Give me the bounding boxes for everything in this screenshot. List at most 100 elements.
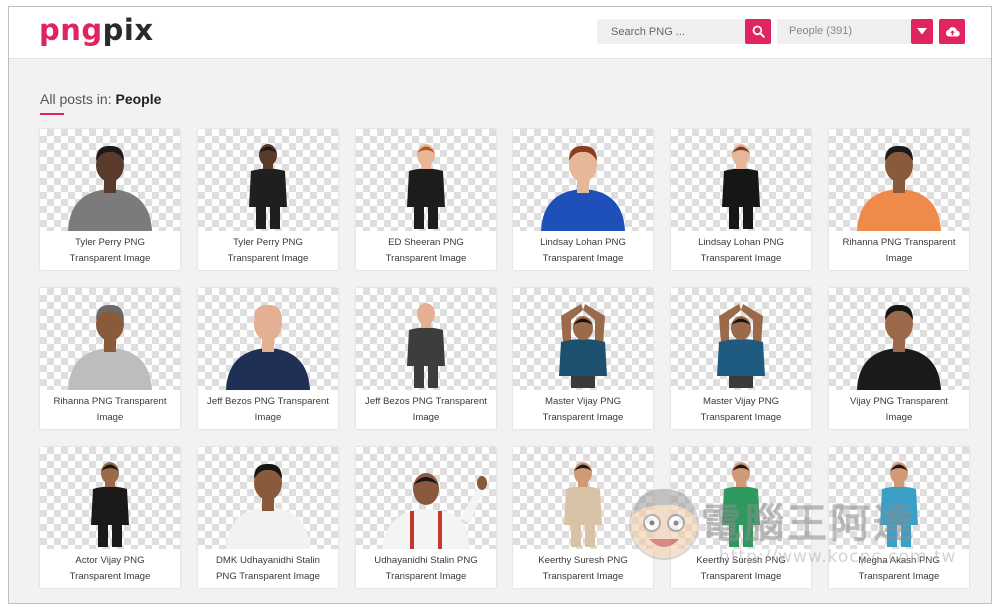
- page-title: All posts in: People: [40, 91, 161, 107]
- post-card[interactable]: Udhayanidhi Stalin PNG Transparent Image: [356, 447, 496, 588]
- post-card[interactable]: Vijay PNG Transparent Image: [829, 288, 969, 429]
- post-card[interactable]: DMK Udhayanidhi Stalin PNG Transparent Im…: [198, 447, 338, 588]
- post-card[interactable]: Keerthy Suresh PNG Transparent Image: [513, 447, 653, 588]
- post-title[interactable]: Master Vijay PNG Transparent Image: [517, 394, 649, 426]
- post-title[interactable]: Keerthy Suresh PNG Transparent Image: [517, 553, 649, 585]
- post-thumbnail[interactable]: [40, 129, 180, 231]
- post-thumbnail[interactable]: [829, 129, 969, 231]
- person-figure: [249, 144, 287, 229]
- logo-part-pix: pix: [102, 13, 154, 47]
- post-title-line-2: Image: [885, 253, 913, 264]
- post-title-line-1: DMK Udhayanidhi Stalin: [216, 555, 320, 566]
- post-card[interactable]: Tyler Perry PNG Transparent Image: [40, 129, 180, 270]
- post-thumbnail[interactable]: [829, 288, 969, 390]
- post-title-line-2: Image: [96, 412, 124, 423]
- post-title-line-1: Udhayanidhi Stalin PNG: [374, 555, 478, 566]
- post-thumbnail[interactable]: [513, 288, 653, 390]
- post-thumbnail[interactable]: [356, 129, 496, 231]
- post-thumbnail[interactable]: [198, 288, 338, 390]
- post-title[interactable]: Rihanna PNG Transparent Image: [44, 394, 176, 426]
- post-thumbnail[interactable]: [40, 447, 180, 549]
- person-figure: [717, 304, 765, 388]
- upload-button[interactable]: [939, 19, 965, 44]
- category-dropdown-button[interactable]: [911, 19, 933, 44]
- post-thumbnail[interactable]: [198, 129, 338, 231]
- person-figure: [564, 462, 602, 547]
- caret-down-icon: [917, 28, 927, 35]
- post-card[interactable]: Rihanna PNG Transparent Image: [829, 129, 969, 270]
- post-title-line-1: Jeff Bezos PNG Transparent: [365, 396, 487, 407]
- person-torso: [407, 327, 445, 366]
- post-title[interactable]: Lindsay Lohan PNG Transparent Image: [517, 235, 649, 267]
- person-figure: [68, 145, 152, 231]
- site-header: pngpix People (391): [9, 7, 991, 59]
- post-thumbnail[interactable]: [356, 288, 496, 390]
- post-title[interactable]: Keerthy Suresh PNG Transparent Image: [675, 553, 807, 585]
- post-card[interactable]: ED Sheeran PNG Transparent Image: [356, 129, 496, 270]
- person-torso: [407, 168, 445, 207]
- post-thumbnail[interactable]: [671, 129, 811, 231]
- post-title[interactable]: DMK Udhayanidhi Stalin PNG Transparent Im…: [202, 553, 334, 585]
- post-title[interactable]: Master Vijay PNG Transparent Image: [675, 394, 807, 426]
- post-thumbnail[interactable]: [513, 129, 653, 231]
- category-select[interactable]: People (391): [777, 19, 911, 44]
- post-title[interactable]: Tyler Perry PNG Transparent Image: [202, 235, 334, 267]
- post-thumbnail[interactable]: [40, 288, 180, 390]
- post-title-line-1: Megha Akash PNG: [858, 555, 940, 566]
- post-card[interactable]: Jeff Bezos PNG Transparent Image: [198, 288, 338, 429]
- post-thumbnail[interactable]: [671, 447, 811, 549]
- post-thumbnail[interactable]: [198, 447, 338, 549]
- post-title-line-1: Actor Vijay PNG: [75, 555, 145, 566]
- post-card[interactable]: Lindsay Lohan PNG Transparent Image: [671, 129, 811, 270]
- person-figure: [857, 145, 941, 231]
- post-title[interactable]: Actor Vijay PNG Transparent Image: [44, 553, 176, 585]
- post-title-line-2: Transparent Image: [69, 253, 151, 264]
- post-title-line-1: Rihanna PNG Transparent: [842, 237, 956, 248]
- post-title[interactable]: Udhayanidhi Stalin PNG Transparent Image: [360, 553, 492, 585]
- post-thumbnail[interactable]: [356, 447, 496, 549]
- post-title-line-1: Vijay PNG Transparent: [850, 396, 948, 407]
- post-title[interactable]: Jeff Bezos PNG Transparent Image: [360, 394, 492, 426]
- post-card[interactable]: Jeff Bezos PNG Transparent Image: [356, 288, 496, 429]
- post-title-line-2: Transparent Image: [385, 571, 467, 582]
- person-torso: [880, 486, 918, 525]
- post-title[interactable]: ED Sheeran PNG Transparent Image: [360, 235, 492, 267]
- person-torso: [249, 168, 287, 207]
- post-thumbnail[interactable]: [513, 447, 653, 549]
- post-card[interactable]: Master Vijay PNG Transparent Image: [671, 288, 811, 429]
- post-thumbnail[interactable]: [671, 288, 811, 390]
- post-title-line-2: Image: [412, 412, 440, 423]
- post-card[interactable]: Rihanna PNG Transparent Image: [40, 288, 180, 429]
- post-title-line-1: Keerthy Suresh PNG: [696, 555, 786, 566]
- post-title[interactable]: Jeff Bezos PNG Transparent Image: [202, 394, 334, 426]
- post-title-line-2: Transparent Image: [700, 253, 782, 264]
- post-title[interactable]: Lindsay Lohan PNG Transparent Image: [675, 235, 807, 267]
- post-thumbnail[interactable]: [829, 447, 969, 549]
- post-title-line-2: Transparent Image: [69, 571, 151, 582]
- browser-frame: pngpix People (391) All posts in: People…: [8, 6, 992, 604]
- person-figure: [226, 463, 310, 549]
- person-figure: [91, 462, 129, 547]
- person-figure: [880, 462, 918, 547]
- post-title[interactable]: Vijay PNG Transparent Image: [833, 394, 965, 426]
- post-card[interactable]: Actor Vijay PNG Transparent Image: [40, 447, 180, 588]
- post-title[interactable]: Rihanna PNG Transparent Image: [833, 235, 965, 267]
- post-card[interactable]: Lindsay Lohan PNG Transparent Image: [513, 129, 653, 270]
- page-title-prefix: All posts in:: [40, 91, 116, 107]
- person-torso: [857, 348, 941, 390]
- post-title[interactable]: Megha Akash PNG Transparent Image: [833, 553, 965, 585]
- post-card[interactable]: Master Vijay PNG Transparent Image: [513, 288, 653, 429]
- site-logo[interactable]: pngpix: [39, 15, 154, 45]
- posts-grid: Tyler Perry PNG Transparent Image Tyler Pe…: [40, 129, 970, 603]
- post-card[interactable]: Keerthy Suresh PNG Transparent Image: [671, 447, 811, 588]
- search-button[interactable]: [745, 19, 771, 44]
- post-card[interactable]: Tyler Perry PNG Transparent Image: [198, 129, 338, 270]
- logo-part-png: png: [39, 13, 103, 47]
- person-figure: [407, 303, 445, 388]
- post-title-line-1: Jeff Bezos PNG Transparent: [207, 396, 329, 407]
- post-title-line-1: Tyler Perry PNG: [75, 237, 145, 248]
- person-figure: [559, 304, 607, 388]
- post-title[interactable]: Tyler Perry PNG Transparent Image: [44, 235, 176, 267]
- post-card[interactable]: Megha Akash PNG Transparent Image: [829, 447, 969, 588]
- post-title-line-1: Master Vijay PNG: [702, 396, 780, 407]
